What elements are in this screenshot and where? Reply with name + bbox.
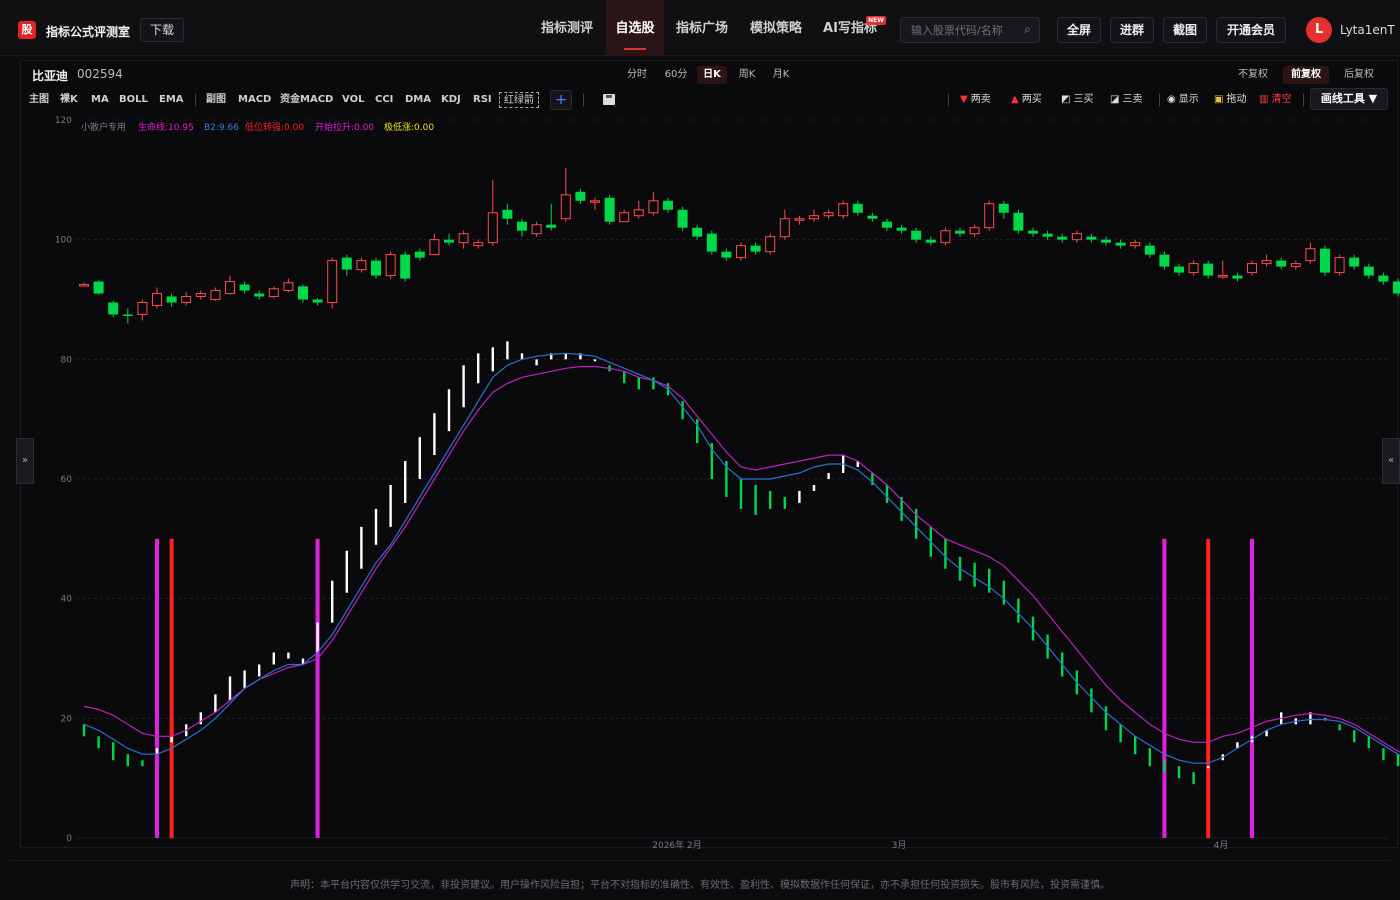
chart-down-icon: ◪: [1110, 94, 1120, 105]
tool-label: 三买: [1073, 94, 1094, 105]
tool-label: 显示: [1178, 94, 1199, 105]
period-monthly[interactable]: 月K: [767, 66, 795, 84]
tool-up-triangle[interactable]: ▲ 两买: [1011, 92, 1042, 108]
tool-eye[interactable]: ◉ 显示: [1167, 92, 1199, 108]
indicator-ema[interactable]: EMA: [159, 92, 184, 108]
active-tab-underline: [624, 48, 646, 50]
period-daily[interactable]: 日K: [697, 66, 727, 84]
tool-label: 两卖: [970, 94, 991, 105]
disclaimer: 声明：本平台内容仅供学习交流，非投资建议。用户操作风险自担；平台不对指标的准确性…: [290, 880, 1110, 891]
separator: [1159, 94, 1160, 106]
indicator-macd[interactable]: MACD: [238, 92, 271, 108]
username[interactable]: Lyta1enT: [1340, 23, 1395, 37]
tool-label: 三卖: [1122, 94, 1143, 105]
tool-trash[interactable]: ▥ 清空: [1259, 92, 1291, 108]
avatar[interactable]: L: [1306, 17, 1332, 43]
indicator-bare-k[interactable]: 裸K: [60, 92, 78, 108]
legend-item: 开始拉升:0.00: [315, 123, 375, 133]
indicator-dma[interactable]: DMA: [405, 92, 431, 108]
top-navbar: 股 指标公式评测室 下载 指标测评 自选股 指标广场 模拟策略 AI写指标 NE…: [0, 0, 1400, 56]
adjust-forward[interactable]: 前复权: [1283, 66, 1329, 84]
separator: [1303, 94, 1304, 106]
nav-watchlist-label: 自选股: [615, 21, 655, 36]
nav-simulated-strategy[interactable]: 模拟策略: [740, 0, 812, 56]
collapse-left-icon[interactable]: »: [16, 438, 34, 484]
separator: [583, 94, 584, 106]
adjust-none[interactable]: 不复权: [1232, 66, 1274, 84]
screenshot-button[interactable]: 截图: [1163, 17, 1207, 43]
tool-label: 拖动: [1226, 94, 1247, 105]
collapse-right-icon[interactable]: «: [1382, 438, 1400, 484]
search-icon[interactable]: ⌕: [1024, 22, 1031, 37]
lock-icon: ▣: [1214, 94, 1224, 105]
adjust-backward[interactable]: 后复权: [1338, 66, 1380, 84]
tool-lock[interactable]: ▣ 拖动: [1214, 92, 1246, 108]
indicator-fund-macd[interactable]: 资金MACD: [280, 92, 333, 108]
indicator-vol[interactable]: VOL: [342, 92, 364, 108]
legend-item: 低位转强:0.00: [245, 123, 305, 133]
new-badge: NEW: [866, 16, 886, 25]
indicator-cci[interactable]: CCI: [375, 92, 393, 108]
nav-ai-indicator[interactable]: AI写指标: [814, 0, 886, 56]
vip-button[interactable]: 开通会员: [1216, 17, 1286, 43]
stock-name: 比亚迪: [32, 69, 69, 83]
indicator-main[interactable]: 主图: [29, 92, 49, 108]
nav-indicator-review[interactable]: 指标测评: [528, 0, 606, 56]
tool-label: 两买: [1021, 94, 1042, 105]
add-indicator-button[interactable]: +: [550, 90, 572, 110]
nav-watchlist[interactable]: 自选股: [606, 0, 664, 56]
legend-item: 小散户专用: [81, 123, 127, 133]
tool-chart-down[interactable]: ◪ 三卖: [1110, 92, 1142, 108]
tool-down-triangle[interactable]: ▼ 两卖: [960, 92, 991, 108]
up-triangle-icon: ▲: [1011, 94, 1019, 105]
download-button[interactable]: 下载: [140, 18, 184, 42]
legend-item: B2:9.66: [204, 123, 239, 133]
legend-item: 极低涨:0.00: [384, 123, 435, 133]
down-triangle-icon: ▼: [960, 94, 968, 105]
indicator-kdj[interactable]: KDJ: [441, 92, 461, 108]
app-logo-icon[interactable]: 股: [18, 21, 36, 39]
draw-line-tool-button[interactable]: 画线工具 ▼: [1310, 88, 1388, 110]
eye-icon: ◉: [1167, 94, 1176, 105]
divider: [10, 860, 1390, 861]
indicator-red-green-arrow[interactable]: 红绿箭: [499, 92, 539, 108]
nav-indicator-square[interactable]: 指标广场: [666, 0, 738, 56]
separator: [195, 94, 196, 106]
indicator-sub[interactable]: 副图: [206, 92, 226, 108]
stock-code: 002594: [77, 67, 123, 81]
app-name[interactable]: 指标公式评测室: [46, 23, 130, 40]
period-weekly[interactable]: 周K: [733, 66, 761, 84]
join-group-button[interactable]: 进群: [1110, 17, 1154, 43]
indicator-boll[interactable]: BOLL: [119, 92, 148, 108]
separator: [948, 94, 949, 106]
search-input[interactable]: [911, 22, 1015, 38]
fullscreen-button[interactable]: 全屏: [1057, 17, 1101, 43]
period-intraday[interactable]: 分时: [622, 66, 652, 84]
stock-search[interactable]: ⌕: [900, 17, 1040, 43]
trash-icon: ▥: [1259, 94, 1269, 105]
save-icon[interactable]: [603, 94, 615, 105]
chart-up-icon: ◩: [1061, 94, 1071, 105]
period-60min[interactable]: 60分: [660, 66, 692, 84]
tool-chart-up[interactable]: ◩ 三买: [1061, 92, 1093, 108]
legend-item: 生命线:10.95: [138, 123, 194, 133]
tool-label: 清空: [1271, 94, 1292, 105]
chart-panel: [20, 60, 1398, 848]
indicator-ma[interactable]: MA: [91, 92, 109, 108]
indicator-rsi[interactable]: RSI: [473, 92, 492, 108]
